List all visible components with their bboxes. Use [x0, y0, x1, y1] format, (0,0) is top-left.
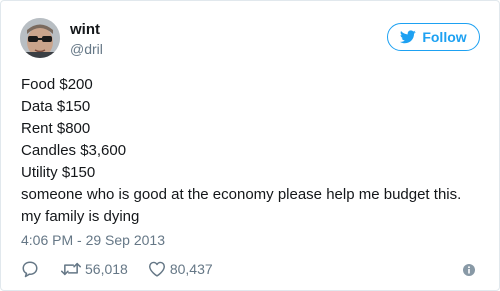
tweet-actions: 56,018 80,437	[21, 259, 213, 279]
display-name[interactable]: wint	[70, 21, 100, 39]
follow-label: Follow	[422, 29, 467, 45]
tweet-line: Rent $800	[21, 120, 91, 137]
retweet-button[interactable]: 56,018	[61, 261, 128, 277]
retweet-count: 56,018	[85, 261, 128, 277]
like-button[interactable]: 80,437	[148, 261, 213, 277]
tweet-line: Utility $150	[21, 164, 96, 181]
reply-icon	[22, 261, 38, 278]
avatar[interactable]	[20, 18, 60, 58]
tweet-line: Candles $3,600	[21, 142, 127, 159]
heart-icon	[148, 261, 165, 277]
tweet-timestamp[interactable]: 4:06 PM - 29 Sep 2013	[21, 232, 165, 248]
info-icon[interactable]	[463, 263, 475, 276]
info-circle-icon	[463, 264, 475, 276]
avatar-image	[20, 18, 60, 58]
follow-button[interactable]: Follow	[387, 23, 480, 51]
tweet-card: wint @dril Follow Food $200 Data $150 Re…	[0, 0, 500, 291]
reply-button[interactable]	[21, 260, 39, 278]
twitter-bird-icon	[400, 30, 417, 44]
tweet-line: Data $150	[21, 98, 91, 115]
tweet-text: Food $200 Data $150 Rent $800 Candles $3…	[21, 74, 481, 228]
like-count: 80,437	[169, 261, 213, 277]
retweet-icon	[61, 262, 81, 276]
tweet-line: someone who is good at the economy pleas…	[21, 186, 462, 225]
tweet-line: Food $200	[21, 76, 93, 93]
user-handle[interactable]: @dril	[70, 41, 103, 57]
